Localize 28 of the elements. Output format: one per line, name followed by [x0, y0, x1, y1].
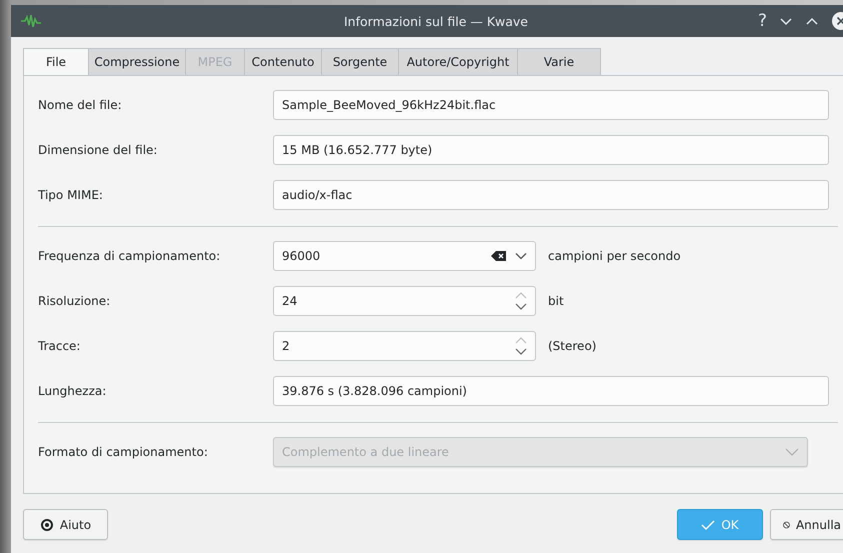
field-label: Tracce: — [38, 339, 82, 353]
tab[interactable]: File — [23, 48, 89, 75]
tab[interactable]: Sorgente — [321, 48, 399, 75]
cancel-button[interactable]: Annulla — [770, 509, 843, 540]
text-field[interactable]: Sample_BeeMoved_96kHz24bit.flac — [273, 90, 829, 120]
text-field[interactable]: 39.876 s (3.828.096 campioni) — [273, 376, 829, 406]
unit-label: (Stereo) — [548, 339, 596, 353]
window-title: Informazioni sul file — Kwave — [344, 14, 528, 28]
field-label: Nome del file: — [38, 98, 123, 112]
unit-label: bit — [548, 294, 564, 308]
text-field[interactable]: audio/x-flac — [273, 180, 829, 210]
field-label: Tipo MIME: — [38, 188, 104, 202]
tab[interactable]: Autore/Copyright — [398, 48, 518, 75]
field-label: Risoluzione: — [38, 294, 112, 308]
spin-box[interactable]: 24 — [273, 286, 536, 316]
combo-field[interactable]: 96000 — [273, 241, 536, 271]
help-button[interactable]: Aiuto — [23, 509, 108, 540]
unit-label: campioni per secondo — [548, 249, 681, 263]
tab[interactable]: Compressione — [88, 48, 186, 75]
field-label: Formato di campionamento: — [38, 445, 209, 459]
tab[interactable]: Varie — [517, 48, 601, 75]
help-button[interactable]: ? — [758, 11, 767, 31]
spin-box[interactable]: 2 — [273, 331, 536, 361]
text-field[interactable]: 15 MB (16.652.777 byte) — [273, 135, 829, 165]
tab[interactable]: Contenuto — [244, 48, 322, 75]
field-label: Frequenza di campionamento: — [38, 249, 222, 263]
field-label: Lunghezza: — [38, 384, 108, 398]
field-label: Dimensione del file: — [38, 143, 158, 157]
